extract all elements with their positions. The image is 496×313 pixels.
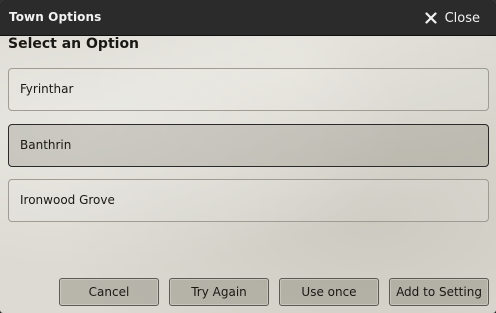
town-options-dialog: Town Options Close Select an Option Fyri… [0, 0, 496, 313]
option-banthrin[interactable]: Banthrin [8, 124, 489, 167]
option-fyrinthar[interactable]: Fyrinthar [8, 68, 489, 111]
option-label: Banthrin [20, 138, 72, 152]
option-label: Fyrinthar [20, 82, 74, 96]
try-again-button[interactable]: Try Again [169, 278, 269, 306]
title-bar[interactable]: Town Options Close [0, 0, 496, 36]
add-to-setting-button[interactable]: Add to Setting [389, 278, 489, 306]
dialog-title: Town Options [9, 10, 102, 24]
close-button[interactable]: Close [424, 9, 480, 27]
close-icon [424, 12, 437, 24]
option-ironwood-grove[interactable]: Ironwood Grove [8, 179, 489, 222]
option-label: Ironwood Grove [20, 193, 115, 207]
cancel-button[interactable]: Cancel [59, 278, 159, 306]
use-once-button[interactable]: Use once [279, 278, 379, 306]
select-option-heading: Select an Option [8, 36, 140, 52]
close-label: Close [444, 10, 480, 26]
